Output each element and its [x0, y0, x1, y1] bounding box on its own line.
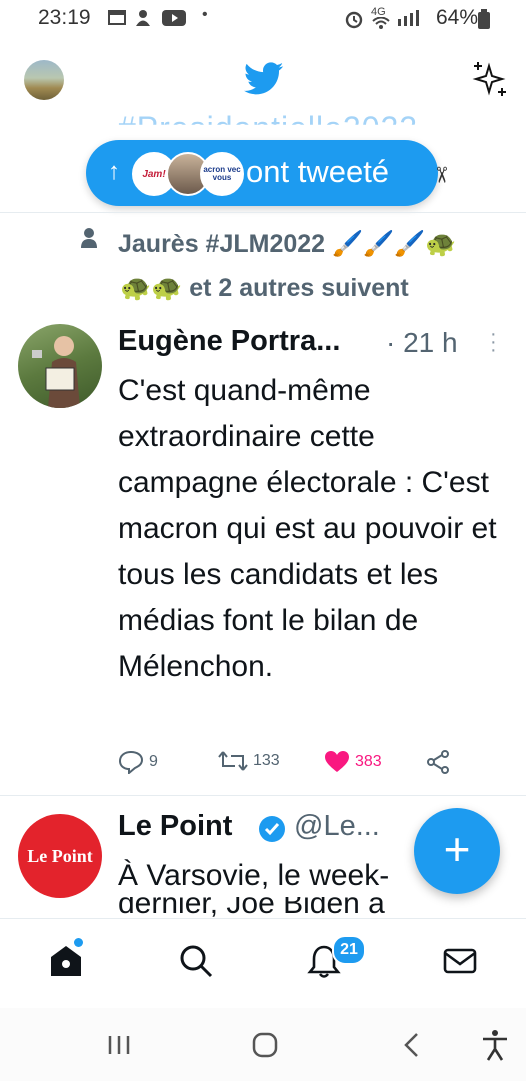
pill-label: ont tweeté	[246, 154, 390, 189]
like-count: 383	[355, 753, 382, 770]
person-icon	[80, 227, 98, 249]
new-tweets-pill[interactable]: ↑ Jam! acron vec vous ont tweeté	[86, 140, 438, 206]
wifi-icon	[372, 16, 390, 34]
calendar-icon	[108, 9, 126, 30]
reply-button[interactable]: 9	[118, 750, 158, 774]
dot-icon: •	[202, 6, 208, 23]
alarm-icon	[344, 9, 364, 34]
home-new-dot	[74, 938, 83, 947]
youtube-icon	[162, 9, 186, 32]
accessibility-icon[interactable]	[478, 1028, 512, 1062]
notifications-badge: 21	[332, 935, 366, 965]
social-context-line2[interactable]: 🐢🐢 et 2 autres suivent	[120, 274, 409, 303]
divider	[0, 212, 526, 213]
social-context-line1[interactable]: Jaurès #JLM2022 🖌️🖌️🖌️🐢	[118, 230, 457, 259]
back-icon[interactable]	[396, 1028, 430, 1062]
reply-count: 9	[149, 753, 158, 770]
messages-icon[interactable]	[442, 943, 482, 983]
retweet-button[interactable]: 133	[218, 750, 280, 772]
battery-icon	[478, 9, 490, 34]
tweet-author-name[interactable]: Le Point	[118, 810, 232, 843]
tweet-actions: 9 133 383	[118, 750, 458, 778]
tweet-text: C'est quand-même extraordinaire cette ca…	[118, 374, 497, 683]
retweet-count: 133	[253, 752, 280, 769]
tweet-text-cut: dernier, Joe Biden a	[118, 897, 385, 917]
more-options-icon[interactable]: · · ·	[490, 324, 497, 360]
verified-badge-icon	[258, 815, 286, 843]
android-nav-bar	[0, 1008, 526, 1081]
scissors-icon: ✂	[429, 165, 455, 185]
tweet-author-name[interactable]: Eugène Portra...	[118, 325, 340, 358]
arrow-up-icon: ↑	[108, 158, 120, 185]
divider	[0, 795, 526, 796]
le-point-avatar[interactable]: Le Point	[18, 814, 102, 898]
bottom-tab-bar	[0, 918, 526, 1009]
search-icon[interactable]	[178, 943, 218, 983]
battery-percent: 64%	[436, 6, 479, 29]
tweet-author-handle[interactable]: @Le...	[294, 810, 380, 843]
pill-avatar-3: acron vec vous	[200, 152, 244, 196]
status-time: 23:19	[38, 6, 91, 29]
profile-avatar[interactable]	[24, 60, 64, 100]
share-button[interactable]	[426, 750, 450, 774]
recent-apps-icon[interactable]	[102, 1028, 136, 1062]
home-icon[interactable]	[48, 943, 88, 983]
signal-icon	[396, 9, 420, 32]
notification-icon	[134, 9, 152, 32]
compose-tweet-button[interactable]: +	[414, 808, 500, 894]
like-button[interactable]: 383	[324, 750, 382, 774]
tweet-text: À Varsovie, le week-	[118, 859, 390, 892]
home-button-icon[interactable]	[248, 1028, 282, 1062]
status-bar: 23:19 • 4G 64%	[0, 0, 526, 40]
twitter-logo-icon[interactable]	[243, 62, 284, 96]
tweet-author-avatar[interactable]	[18, 324, 102, 408]
tweet-timestamp[interactable]: · 21 h	[386, 327, 458, 359]
sparkle-icon[interactable]	[470, 60, 508, 98]
